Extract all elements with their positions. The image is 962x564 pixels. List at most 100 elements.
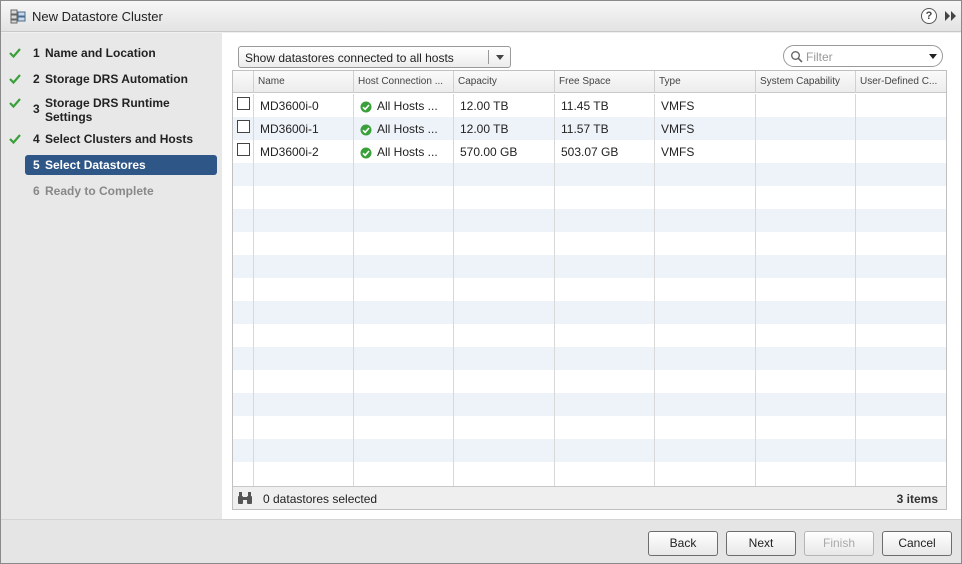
nav-step-number: 3: [33, 102, 40, 116]
cancel-button[interactable]: Cancel: [882, 531, 952, 556]
binoculars-icon: [238, 492, 252, 504]
table-row-empty: [233, 186, 946, 209]
filter-placeholder: Filter: [806, 50, 833, 64]
table-row-empty: [233, 255, 946, 278]
column-divider: [855, 94, 856, 486]
next-button[interactable]: Next: [726, 531, 796, 556]
cell-user-defined: [856, 117, 946, 140]
datastore-cluster-icon: [10, 9, 26, 24]
nav-step-label: Storage DRS Automation: [45, 72, 188, 86]
cell-type: VMFS: [661, 145, 695, 159]
finish-button: Finish: [804, 531, 874, 556]
chevron-down-icon[interactable]: [929, 54, 937, 59]
table-row-empty: [233, 462, 946, 485]
row-checkbox[interactable]: [237, 143, 250, 156]
nav-step-number: 1: [33, 46, 40, 60]
datastores-table: Name Host Connection ... Capacity Free S…: [232, 70, 947, 510]
chevron-down-icon[interactable]: [496, 55, 504, 60]
nav-step-storage-drs-runtime-settings[interactable]: 3 Storage DRS Runtime Settings: [9, 96, 217, 124]
table-row[interactable]: MD3600i-1 All Hosts ... 12.00 TB 11.57 TB VM…: [233, 117, 946, 140]
cell-name: MD3600i-1: [260, 122, 319, 136]
nav-step-number: 2: [33, 72, 40, 86]
row-checkbox[interactable]: [237, 120, 250, 133]
column-header-name[interactable]: Name: [254, 71, 354, 93]
column-header-type[interactable]: Type: [655, 71, 756, 93]
title-bar: New Datastore Cluster ?: [1, 1, 961, 32]
nav-step-select-datastores[interactable]: 5 Select Datastores: [25, 155, 217, 175]
search-icon: [791, 51, 803, 63]
column-header-system-capability[interactable]: System Capability: [756, 71, 856, 93]
green-check-circle-icon: [360, 101, 372, 113]
table-row[interactable]: MD3600i-2 All Hosts ... 570.00 GB 503.07 GB…: [233, 140, 946, 163]
column-header-capacity[interactable]: Capacity: [454, 71, 555, 93]
cell-name: MD3600i-2: [260, 145, 319, 159]
datastore-view-select-value: Show datastores connected to all hosts: [245, 51, 454, 65]
column-header-select: [233, 71, 254, 93]
column-divider: [453, 94, 454, 486]
filter-input[interactable]: Filter: [783, 45, 943, 67]
row-checkbox[interactable]: [237, 97, 250, 110]
table-row-empty: [233, 163, 946, 186]
checkmark-icon: [9, 98, 21, 109]
nav-step-label: Storage DRS Runtime Settings: [45, 96, 170, 124]
back-button[interactable]: Back: [648, 531, 718, 556]
column-divider: [253, 94, 254, 486]
column-header-user-defined[interactable]: User-Defined C...: [856, 71, 946, 93]
double-chevron-right-icon[interactable]: [943, 10, 957, 22]
table-row-empty: [233, 278, 946, 301]
nav-step-label: Select Clusters and Hosts: [45, 132, 194, 146]
cell-capacity: 570.00 GB: [460, 145, 518, 159]
table-row-empty: [233, 347, 946, 370]
host-connection-text: All Hosts ...: [377, 145, 438, 159]
green-check-circle-icon: [360, 124, 372, 136]
cell-type: VMFS: [661, 99, 695, 113]
items-count-text: 3 items: [896, 492, 938, 506]
checkmark-icon: [9, 134, 21, 145]
host-connection-text: All Hosts ...: [377, 99, 438, 113]
table-header: Name Host Connection ... Capacity Free S…: [233, 71, 946, 93]
cell-host-connection: All Hosts ...: [354, 117, 454, 140]
table-row-empty: [233, 324, 946, 347]
table-row-empty: [233, 439, 946, 462]
nav-step-select-clusters-and-hosts[interactable]: 4 Select Clusters and Hosts: [9, 132, 217, 146]
cell-user-defined: [856, 140, 946, 163]
table-footer: 0 datastores selected 3 items: [233, 486, 946, 509]
nav-step-ready-to-complete: 6 Ready to Complete: [25, 184, 217, 198]
nav-step-number: 5: [33, 158, 40, 172]
nav-step-number: 4: [33, 132, 40, 146]
cell-system-capability: [756, 140, 856, 163]
cell-type: VMFS: [661, 122, 695, 136]
cell-system-capability: [756, 117, 856, 140]
cell-name: MD3600i-0: [260, 99, 319, 113]
cell-capacity: 12.00 TB: [460, 99, 509, 113]
cell-free-space: 11.57 TB: [561, 122, 609, 136]
green-check-circle-icon: [360, 147, 372, 159]
datastore-view-select[interactable]: Show datastores connected to all hosts: [238, 46, 511, 68]
new-datastore-cluster-dialog: New Datastore Cluster ? 1 Name and Locat…: [0, 0, 962, 564]
column-header-host-connection[interactable]: Host Connection ...: [354, 71, 454, 93]
wizard-steps-nav: 1 Name and Location 2 Storage DRS Automa…: [1, 33, 222, 519]
dialog-button-bar: Back Next Finish Cancel: [1, 519, 961, 563]
nav-step-name-and-location[interactable]: 1 Name and Location: [9, 46, 217, 60]
table-row[interactable]: MD3600i-0 All Hosts ... 12.00 TB 11.45 TB VM…: [233, 94, 946, 117]
column-divider: [353, 94, 354, 486]
nav-step-label: Select Datastores: [45, 158, 146, 172]
column-header-free-space[interactable]: Free Space: [555, 71, 655, 93]
dialog-title: New Datastore Cluster: [32, 9, 163, 24]
help-icon[interactable]: ?: [921, 8, 937, 24]
table-row-empty: [233, 232, 946, 255]
cell-system-capability: [756, 94, 856, 117]
nav-step-label: Name and Location: [45, 46, 156, 60]
table-body: MD3600i-0 All Hosts ... 12.00 TB 11.45 TB VM…: [233, 94, 946, 486]
nav-step-label: Ready to Complete: [45, 184, 154, 198]
nav-step-storage-drs-automation[interactable]: 2 Storage DRS Automation: [9, 72, 217, 86]
cell-capacity: 12.00 TB: [460, 122, 509, 136]
dropdown-separator: [488, 50, 489, 64]
cell-free-space: 11.45 TB: [561, 99, 609, 113]
selected-count-text: 0 datastores selected: [263, 492, 378, 506]
cell-host-connection: All Hosts ...: [354, 94, 454, 117]
table-row-empty: [233, 393, 946, 416]
host-connection-text: All Hosts ...: [377, 122, 438, 136]
table-row-empty: [233, 416, 946, 439]
cell-free-space: 503.07 GB: [561, 145, 619, 159]
